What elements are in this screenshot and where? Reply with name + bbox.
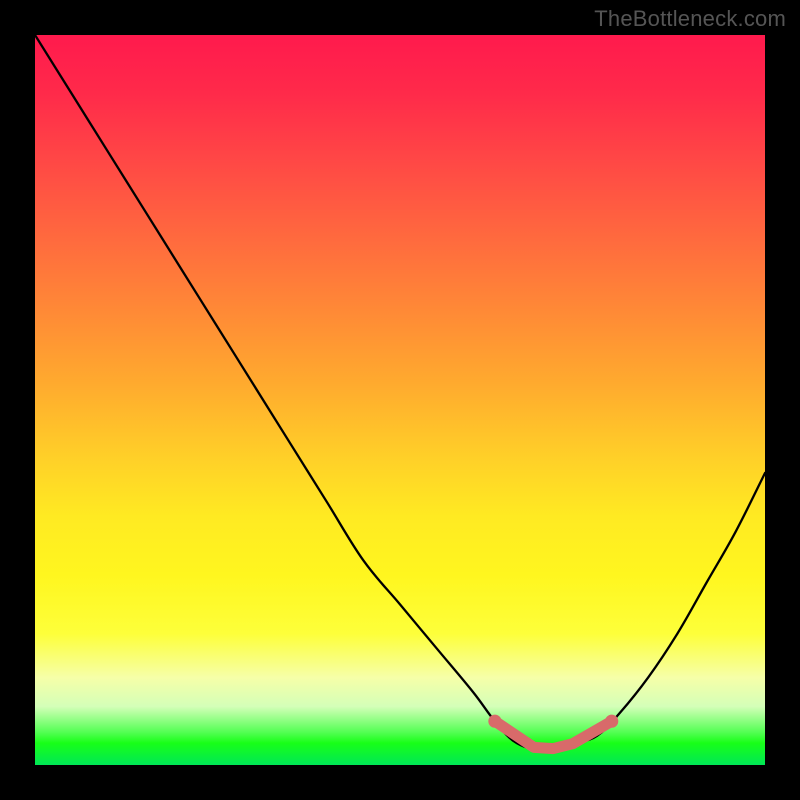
bottleneck-chart xyxy=(35,35,765,765)
plot-area xyxy=(35,35,765,765)
watermark-text: TheBottleneck.com xyxy=(594,6,786,32)
optimal-range-start-dot xyxy=(488,715,501,728)
optimal-range-end-dot xyxy=(605,715,618,728)
bottleneck-curve xyxy=(35,35,765,750)
optimal-range-marker xyxy=(495,721,612,748)
chart-frame: TheBottleneck.com xyxy=(0,0,800,800)
